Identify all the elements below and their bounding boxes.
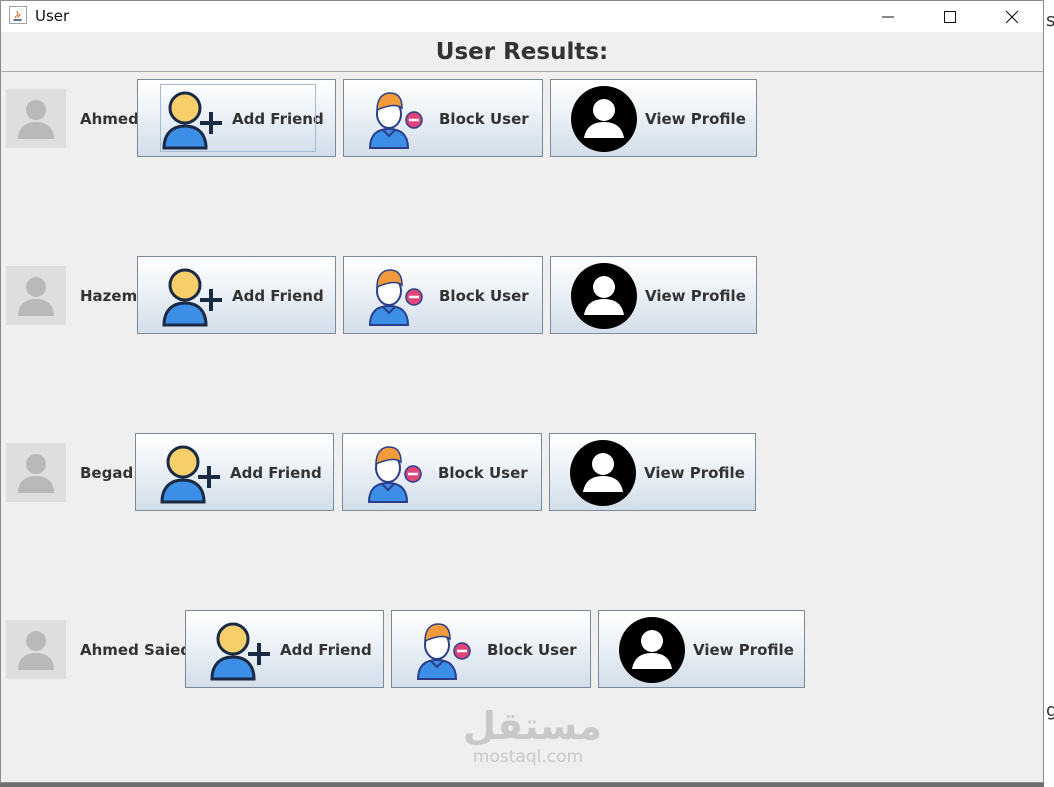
page-title: User Results: (435, 39, 609, 65)
add-friend-label: Add Friend (230, 464, 322, 482)
block-user-button[interactable]: Block User (343, 256, 543, 334)
user-name: Ahmed (80, 110, 139, 128)
view-profile-button[interactable]: View Profile (598, 610, 805, 688)
view-profile-label: View Profile (644, 464, 745, 482)
user-name: Begad (80, 464, 134, 482)
profile-icon (571, 86, 637, 152)
watermark-latin: mostaql.com (472, 747, 584, 767)
add-friend-button[interactable]: Add Friend (135, 433, 334, 511)
title-bar[interactable]: User (1, 1, 1043, 32)
view-profile-button[interactable]: View Profile (550, 256, 757, 334)
view-profile-label: View Profile (693, 641, 794, 659)
view-profile-label: View Profile (645, 287, 746, 305)
block-user-icon (368, 92, 423, 149)
maximize-icon (944, 11, 956, 23)
add-friend-label: Add Friend (280, 641, 372, 659)
block-user-label: Block User (438, 464, 528, 482)
block-user-label: Block User (487, 641, 577, 659)
close-button[interactable] (983, 1, 1041, 32)
profile-icon (571, 263, 637, 329)
view-profile-button[interactable]: View Profile (550, 79, 757, 157)
watermark-arabic: مستقل (463, 704, 602, 748)
user-name: Ahmed Saied (80, 641, 192, 659)
block-user-icon (368, 269, 423, 326)
view-profile-button[interactable]: View Profile (549, 433, 756, 511)
avatar-placeholder-icon (6, 443, 66, 502)
user-row: Ahmed Saied Add Friend Block User View P… (1, 610, 1043, 690)
profile-icon (570, 440, 636, 506)
java-app-icon (9, 6, 27, 24)
minimize-button[interactable] (859, 1, 917, 32)
user-name: Hazem (80, 287, 138, 305)
add-friend-label: Add Friend (232, 287, 324, 305)
maximize-button[interactable] (921, 1, 979, 32)
block-user-button[interactable]: Block User (342, 433, 542, 511)
add-friend-button[interactable]: Add Friend (137, 79, 336, 157)
view-profile-label: View Profile (645, 110, 746, 128)
add-friend-button[interactable]: Add Friend (185, 610, 384, 688)
add-friend-button[interactable]: Add Friend (137, 256, 336, 334)
watermark: مستقل mostaql.com (463, 704, 602, 767)
avatar-placeholder-icon (6, 266, 66, 325)
focus-ring (160, 84, 316, 152)
add-friend-icon (160, 445, 220, 504)
add-friend-icon (162, 268, 222, 327)
block-user-icon (416, 623, 471, 680)
avatar-placeholder-icon (6, 620, 66, 679)
block-user-button[interactable]: Block User (391, 610, 591, 688)
minimize-icon (882, 16, 894, 18)
background-window-edge (1044, 0, 1054, 787)
add-friend-icon (210, 622, 270, 681)
close-icon (1005, 10, 1019, 24)
user-window: User User Results: Ahmed Add Friend Bloc… (0, 0, 1044, 783)
profile-icon (619, 617, 685, 683)
block-user-label: Block User (439, 110, 529, 128)
block-user-label: Block User (439, 287, 529, 305)
background-window-text: s (1046, 10, 1054, 31)
user-row: Begad Add Friend Block User View Profile (1, 433, 1043, 513)
block-user-button[interactable]: Block User (343, 79, 543, 157)
user-row: Ahmed Add Friend Block User View Profile (1, 79, 1043, 159)
block-user-icon (367, 446, 422, 503)
results-header: User Results: (1, 34, 1043, 72)
background-window-text: g (1046, 700, 1054, 721)
user-row: Hazem Add Friend Block User View Profile (1, 256, 1043, 336)
window-title: User (35, 7, 70, 25)
avatar-placeholder-icon (6, 89, 66, 148)
